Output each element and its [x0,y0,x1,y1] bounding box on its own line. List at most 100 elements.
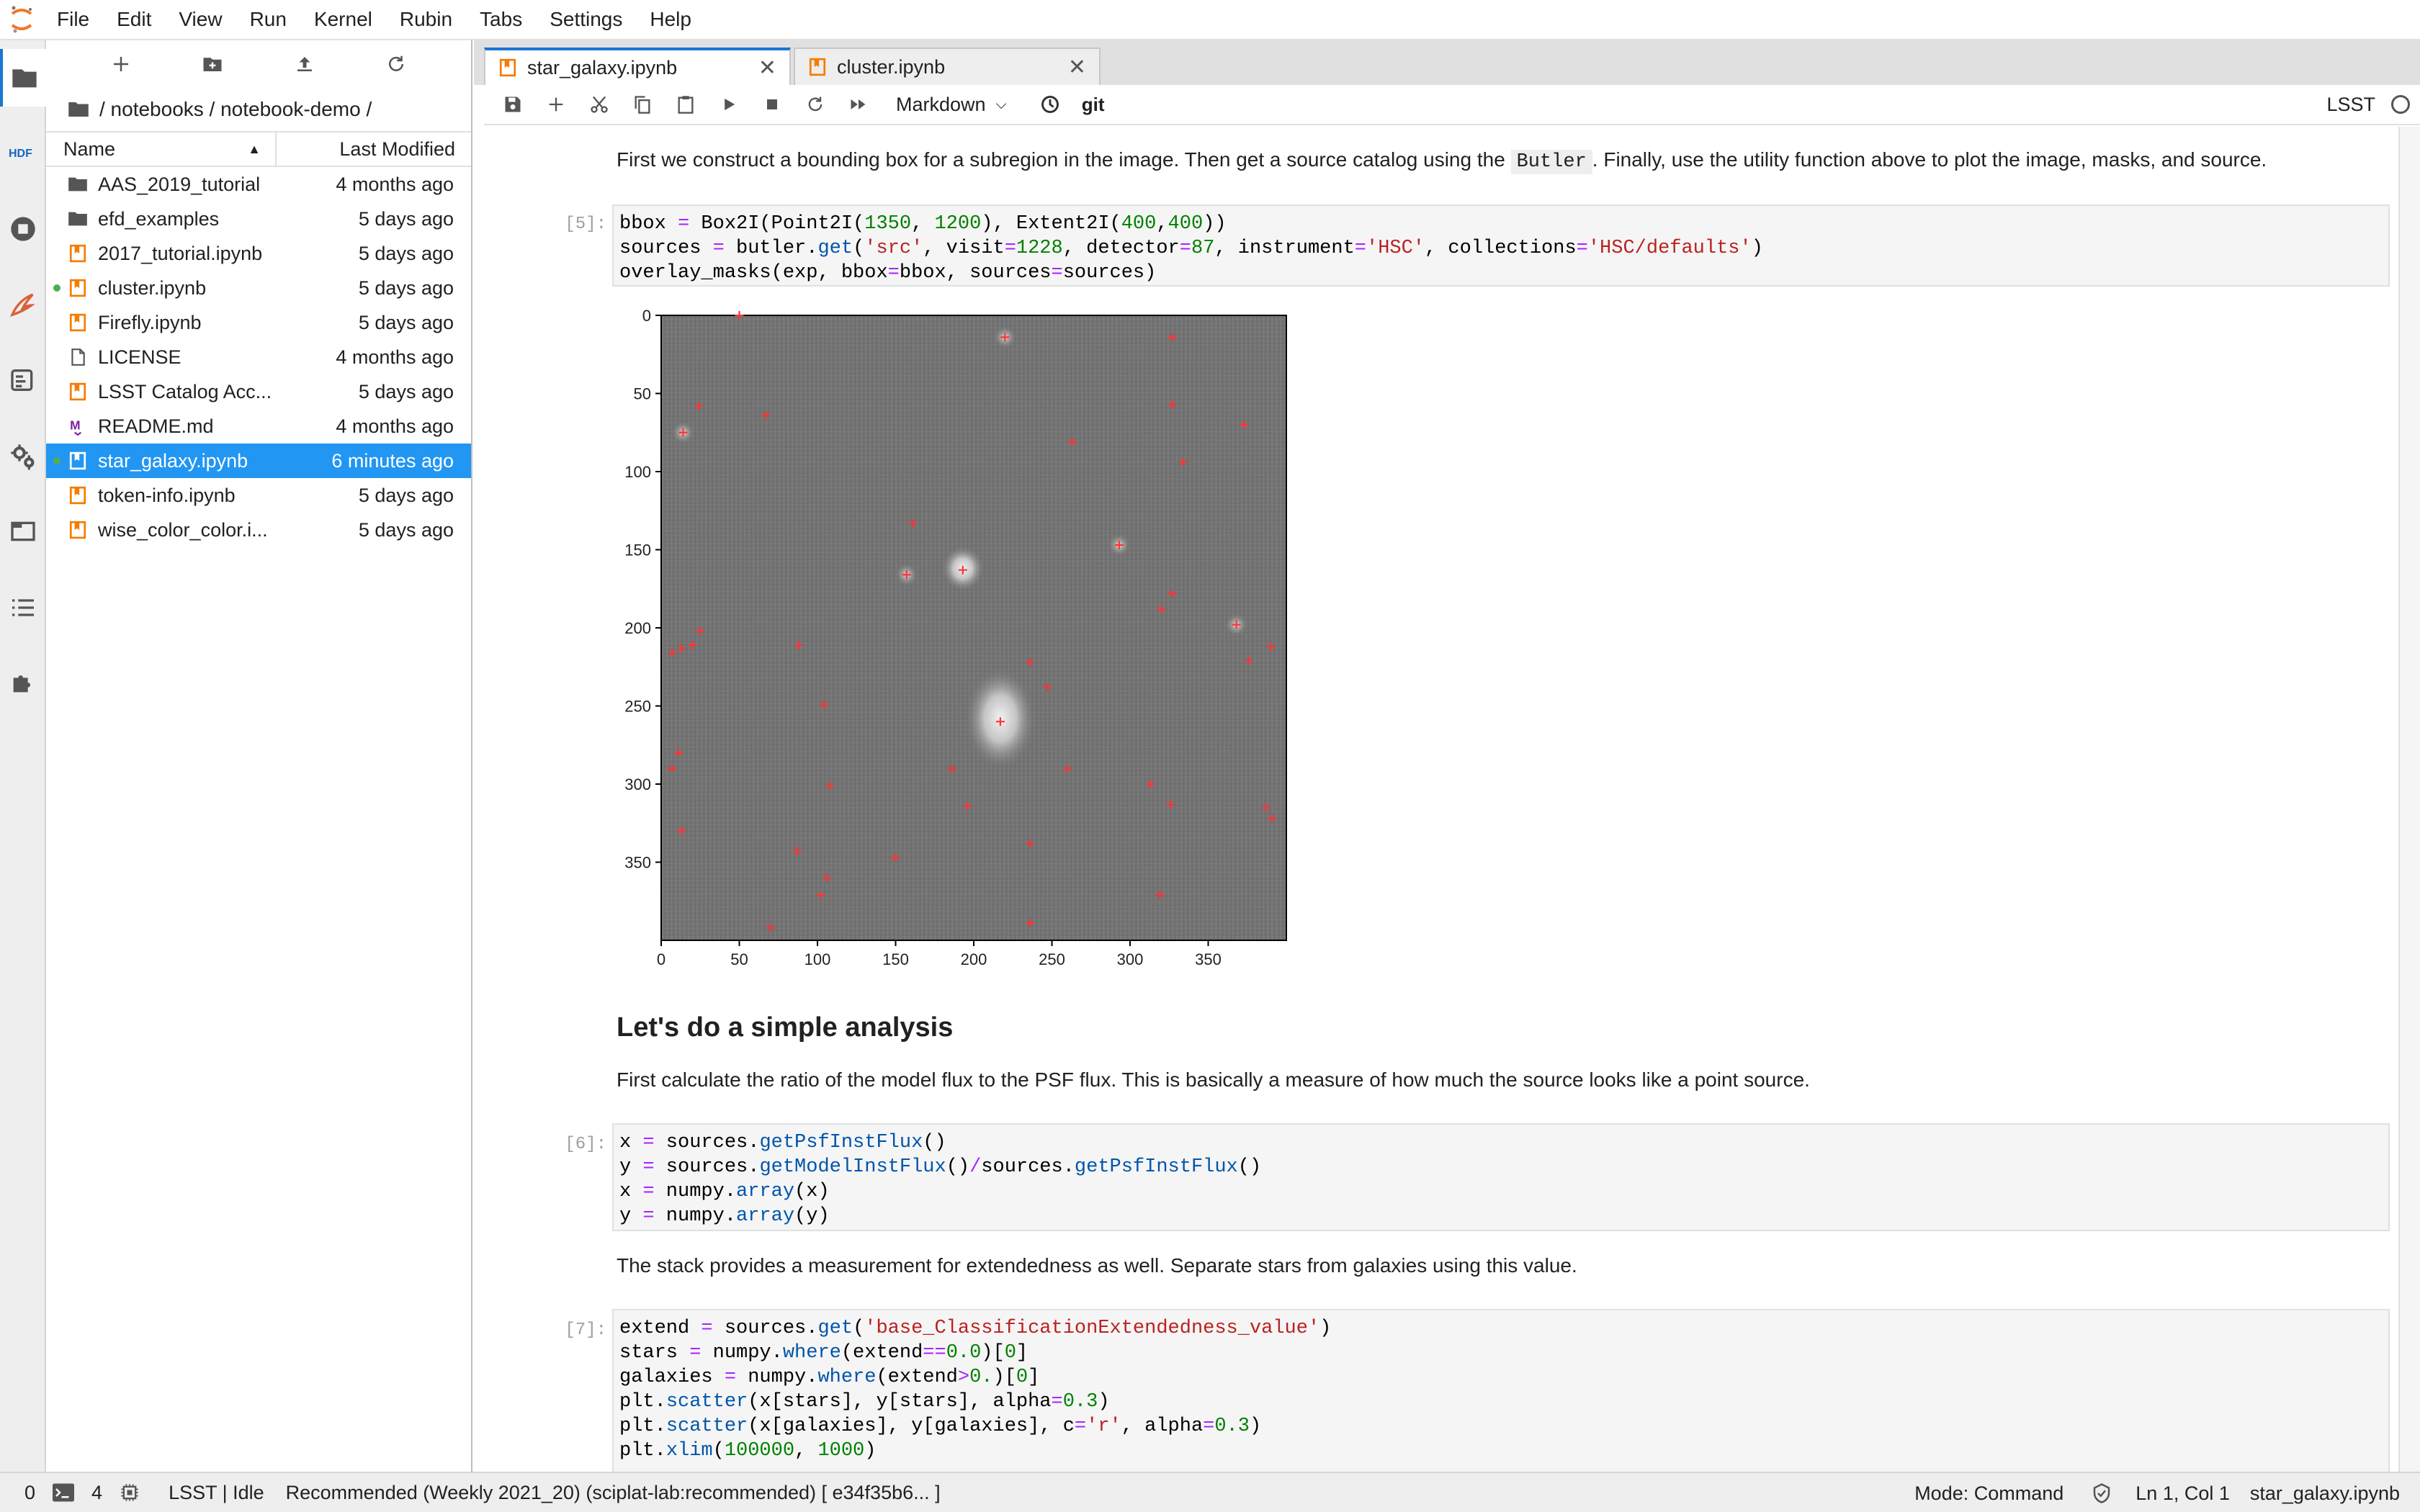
file-list-item[interactable]: star_galaxy.ipynb 6 minutes ago [46,444,471,478]
close-icon[interactable]: ✕ [758,55,776,81]
code-cell-5[interactable]: bbox = Box2I(Point2I(1350, 1200), Extent… [612,204,2390,287]
cursor-position[interactable]: Ln 1, Col 1 [2121,1482,2238,1505]
inline-code: Butler [1510,150,1592,174]
extension-icon[interactable] [0,654,46,711]
notebook-icon [68,312,88,333]
file-browser-toolbar [46,40,471,88]
markdown-text: . Finally, use the utility function abov… [1592,148,2267,171]
save-button[interactable] [491,86,534,123]
file-list-item[interactable]: wise_color_color.i... 5 days ago [46,513,471,547]
name-column-header[interactable]: Name ▲ [46,132,277,166]
breadcrumb-path[interactable]: / notebooks / notebook-demo / [99,98,372,121]
file-list-item[interactable]: efd_examples 5 days ago [46,202,471,236]
paste-button[interactable] [664,86,707,123]
file-list-item[interactable]: cluster.ipynb 5 days ago [46,271,471,305]
file-list-item[interactable]: LSST Catalog Acc... 5 days ago [46,374,471,409]
menu-tabs[interactable]: Tabs [466,0,536,40]
code-cell-7[interactable]: extend = sources.get('base_Classificatio… [612,1309,2390,1472]
terminal-icon[interactable] [44,1483,83,1502]
firefly-icon[interactable] [0,276,46,334]
menu-settings[interactable]: Settings [536,0,636,40]
code-cell-6[interactable]: x = sources.getPsfInstFlux() y = sources… [612,1123,2390,1231]
clock-icon[interactable] [1028,86,1072,123]
git-button[interactable]: git [1082,94,1105,116]
file-name: Firefly.ipynb [98,311,202,333]
file-modified: 5 days ago [358,518,454,541]
menu-run[interactable]: Run [236,0,300,40]
modified-column-header[interactable]: Last Modified [277,138,471,161]
cell-type-dropdown[interactable]: Markdown ⌵ [896,94,1007,116]
notebook-icon [809,58,826,76]
menu-rubin[interactable]: Rubin [386,0,466,40]
notebook-icon [68,451,88,471]
menu-view[interactable]: View [165,0,236,40]
refresh-button[interactable] [375,45,418,83]
tabs-icon[interactable] [0,503,46,560]
markdown-cell-1[interactable]: First we construct a bounding box for a … [617,148,2267,174]
folder-icon[interactable] [0,49,46,107]
kernel-status[interactable]: LSST | Idle [148,1482,273,1504]
copy-button[interactable] [621,86,664,123]
x-tick-label: 350 [1195,950,1222,968]
menu-file[interactable]: File [43,0,103,40]
notebook-content[interactable]: First we construct a bounding box for a … [484,127,2420,1472]
kernel-chip-icon[interactable] [111,1482,148,1503]
notebook-mode[interactable]: Mode: Command [1906,1482,2082,1505]
menu-kernel[interactable]: Kernel [300,0,386,40]
toc-icon[interactable] [0,579,46,636]
kernel-status-icon [2391,95,2410,114]
tab-label: cluster.ipynb [837,55,946,78]
current-filename: star_galaxy.ipynb [2249,1482,2400,1504]
interrupt-button[interactable] [750,86,794,123]
file-modified: 5 days ago [358,311,454,333]
vertical-scrollbar[interactable] [2398,127,2420,1472]
kernel-indicator[interactable]: LSST [2326,94,2410,116]
x-tick-label: 100 [805,950,831,968]
x-tick-label: 300 [1117,950,1144,968]
y-tick-label: 300 [624,775,651,793]
new-folder-button[interactable] [191,45,234,83]
file-list-item[interactable]: token-info.ipynb 5 days ago [46,478,471,513]
markdown-cell-3[interactable]: The stack provides a measurement for ext… [617,1254,1577,1277]
commands-icon[interactable] [0,351,46,409]
file-list: AAS_2019_tutorial 4 months ago efd_example… [46,167,471,547]
y-tick-label: 200 [624,619,651,637]
file-list-item[interactable]: M README.md 4 months ago [46,409,471,444]
file-list-item[interactable]: 2017_tutorial.ipynb 5 days ago [46,236,471,271]
kernel-count[interactable]: 4 [83,1482,111,1504]
x-tick-label: 250 [1039,950,1065,968]
file-name: star_galaxy.ipynb [98,449,248,472]
menu-edit[interactable]: Edit [103,0,165,40]
insert-cell-button[interactable] [534,86,578,123]
menu-help[interactable]: Help [636,0,705,40]
restart-button[interactable] [794,86,837,123]
file-modified: 4 months ago [336,173,454,195]
notebook-toolbar: Markdown ⌵ git LSST [484,85,2420,125]
jupyter-logo-icon[interactable] [0,0,43,40]
markdown-cell-2[interactable]: First calculate the ratio of the model f… [617,1068,1810,1092]
trusted-shield-icon[interactable] [2082,1482,2121,1504]
hdf-icon[interactable]: HDF [0,124,46,181]
file-modified: 4 months ago [336,415,454,437]
folder-icon [68,209,88,229]
tab-cluster[interactable]: cluster.ipynb ✕ [794,48,1101,85]
restart-run-all-button[interactable] [837,86,880,123]
cut-button[interactable] [578,86,621,123]
breadcrumb[interactable]: / notebooks / notebook-demo / [46,88,471,131]
tab-star-galaxy[interactable]: star_galaxy.ipynb ✕ [484,48,791,85]
activity-bar: HDF [0,40,46,1472]
file-modified: 6 minutes ago [331,449,454,472]
close-icon[interactable]: ✕ [1068,55,1086,80]
running-icon[interactable] [0,200,46,258]
markdown-icon: M [68,416,88,436]
new-launcher-button[interactable] [99,45,143,83]
upload-button[interactable] [283,45,326,83]
file-list-item[interactable]: AAS_2019_tutorial 4 months ago [46,167,471,202]
property-inspector-icon[interactable] [0,428,46,485]
terminal-count[interactable]: 0 [0,1482,44,1504]
file-list-item[interactable]: Firefly.ipynb 5 days ago [46,305,471,340]
file-list-item[interactable]: LICENSE 4 months ago [46,340,471,374]
run-button[interactable] [707,86,750,123]
cell-type-value: Markdown [896,93,986,115]
y-tick-label: 150 [624,541,651,559]
